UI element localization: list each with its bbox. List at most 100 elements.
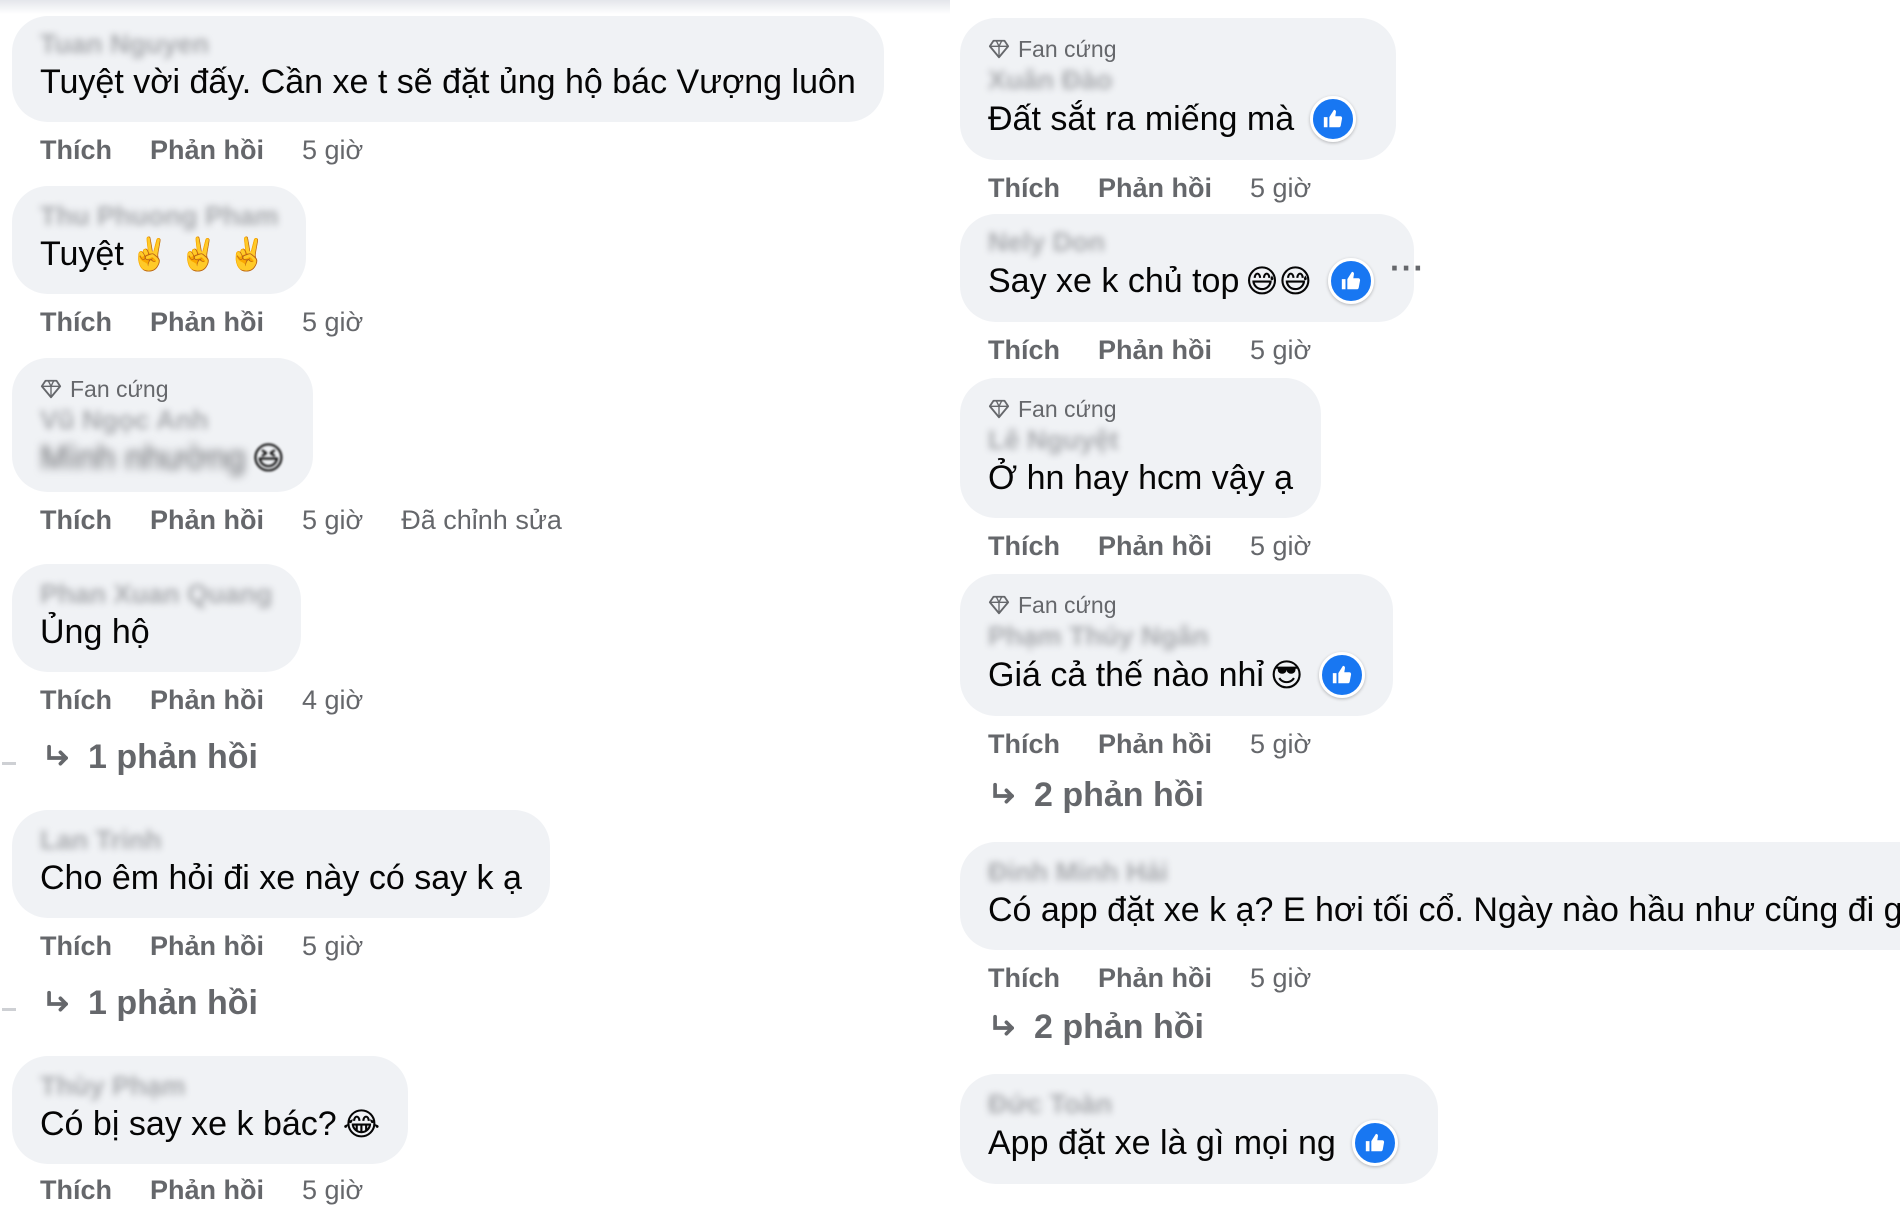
comment-bubble: Fan cứng Xuân Đào Đất sắt ra miếng mà <box>960 18 1397 160</box>
fan-badge: Fan cứng <box>988 590 1365 620</box>
view-replies-link[interactable]: 1 phản hồi <box>42 738 258 777</box>
comment-author[interactable]: Nely Don <box>988 226 1374 258</box>
comment-text: Tuyệt vời đấy. Cần xe t sẽ đặt ủng hộ bá… <box>40 63 856 101</box>
reply-link[interactable]: Phản hồi <box>1098 528 1212 564</box>
comment-text: App đặt xe là gì mọi ng <box>988 1120 1398 1166</box>
comment-author[interactable]: Thu Phuong Pham <box>40 200 278 232</box>
comment-time[interactable]: 5 giờ <box>302 502 363 538</box>
sunglasses-emoji: 😎 <box>1269 657 1304 693</box>
comment-actions: Thích Phản hồi 5 giờ <box>40 304 363 340</box>
like-reaction-icon[interactable] <box>1351 1120 1398 1166</box>
comment-time[interactable]: 5 giờ <box>302 928 363 964</box>
reply-link[interactable]: Phản hồi <box>150 132 264 168</box>
comment-time[interactable]: 5 giờ <box>1250 726 1311 762</box>
comment-author[interactable]: Phạm Thúy Ngân <box>988 620 1365 652</box>
like-reaction-icon[interactable] <box>1310 96 1357 142</box>
diamond-icon <box>988 39 1010 59</box>
like-link[interactable]: Thích <box>988 170 1060 206</box>
comment-bubble: Fan cứng Lê Nguyệt Ở hn hay hcm vậy ạ <box>960 378 1322 518</box>
comment-time[interactable]: 5 giờ <box>1250 960 1311 996</box>
comment-actions: Thích Phản hồi 5 giờ <box>40 1172 408 1208</box>
comment: Đức Toàn App đặt xe là gì mọi ng <box>960 1074 1438 1184</box>
more-options-icon[interactable]: ··· <box>1390 250 1425 287</box>
diamond-icon <box>988 399 1010 419</box>
comment-author[interactable]: Đức Toàn <box>988 1088 1398 1120</box>
comment-time[interactable]: 5 giờ <box>1250 332 1311 368</box>
comment-time[interactable]: 4 giờ <box>302 682 363 718</box>
comment-bubble: Fan cứng Phạm Thúy Ngân Giá cả thế nào n… <box>960 574 1394 716</box>
like-link[interactable]: Thích <box>40 682 112 718</box>
comment-actions: Thích Phản hồi 5 giờ <box>988 170 1396 206</box>
comment-author[interactable]: Thùy Phạm <box>40 1070 380 1102</box>
like-link[interactable]: Thích <box>40 1172 112 1208</box>
reply-link[interactable]: Phản hồi <box>1098 726 1212 762</box>
edited-label[interactable]: Đã chỉnh sửa <box>401 502 562 538</box>
comment-bubble: Tuan Nguyen Tuyệt vời đấy. Cần xe t sẽ đ… <box>12 16 884 122</box>
comment: Fan cứng Phạm Thúy Ngân Giá cả thế nào n… <box>960 574 1394 762</box>
diamond-icon <box>988 595 1010 615</box>
comment-time[interactable]: 5 giờ <box>1250 170 1311 206</box>
comment-time[interactable]: 5 giờ <box>1250 528 1311 564</box>
victory-hand-emoji: ✌️ ✌️ ✌️ <box>129 236 268 272</box>
comment-bubble: Thùy Phạm Có bị say xe k bác? 😂 <box>12 1056 409 1164</box>
comment-author[interactable]: Lan Trinh <box>40 824 522 856</box>
diamond-icon <box>40 379 62 399</box>
comment-time[interactable]: 5 giờ <box>302 1172 363 1208</box>
comment-text: Say xe k chủ top 😅😅 <box>988 258 1375 304</box>
comment-actions: Thích Phản hồi 5 giờ <box>40 132 884 168</box>
like-link[interactable]: Thích <box>40 502 112 538</box>
comment: Fan cứng Lê Nguyệt Ở hn hay hcm vậy ạ Th… <box>960 378 1322 564</box>
comment-time[interactable]: 5 giờ <box>302 304 363 340</box>
like-link[interactable]: Thích <box>40 928 112 964</box>
like-link[interactable]: Thích <box>40 132 112 168</box>
reply-arrow-icon <box>993 1014 1014 1036</box>
comment: Fan cứng Xuân Đào Đất sắt ra miếng mà Th… <box>960 18 1397 206</box>
view-replies-link[interactable]: 2 phản hồi <box>988 1008 1204 1047</box>
view-replies-link[interactable]: 2 phản hồi <box>988 776 1204 815</box>
comment: Phan Xuan Quang Ủng hộ Thích Phản hồi 4 … <box>12 564 363 718</box>
grinning-squint-emoji: 😆 <box>251 440 286 476</box>
sweat-smile-emoji: 😅😅 <box>1245 263 1313 299</box>
comment-text: Ở hn hay hcm vậy ạ <box>988 459 1294 497</box>
comment-author[interactable]: Phan Xuan Quang <box>40 578 273 610</box>
comment-author[interactable]: Lê Nguyệt <box>988 424 1293 456</box>
comment-text: Ủng hộ <box>40 613 150 651</box>
comment-actions: Thích Phản hồi 5 giờ <box>988 726 1393 762</box>
reply-link[interactable]: Phản hồi <box>1098 170 1212 206</box>
like-link[interactable]: Thích <box>988 726 1060 762</box>
thread-line <box>2 1008 16 1011</box>
comment-author[interactable]: Đinh Minh Hải <box>988 856 1900 888</box>
comment: Lan Trinh Cho êm hỏi đi xe này có say k … <box>12 810 550 964</box>
comment-bubble: Phan Xuan Quang Ủng hộ <box>12 564 301 672</box>
reply-link[interactable]: Phản hồi <box>150 928 264 964</box>
comment-text: Có app đặt xe k ạ? E hơi tối cổ. Ngày nà… <box>988 891 1900 929</box>
reply-link[interactable]: Phản hồi <box>150 304 264 340</box>
comment-actions: Thích Phản hồi 5 giờ Đã chỉnh sửa <box>40 502 562 538</box>
like-link[interactable]: Thích <box>988 528 1060 564</box>
comment-author[interactable]: Tuan Nguyen <box>40 28 856 60</box>
reply-link[interactable]: Phản hồi <box>150 682 264 718</box>
like-link[interactable]: Thích <box>40 304 112 340</box>
comment-actions: Thích Phản hồi 5 giờ <box>988 960 1900 996</box>
thread-line <box>2 762 16 765</box>
comment-author[interactable]: Xuân Đào <box>988 64 1356 96</box>
comment-author[interactable]: Vũ Ngọc Anh <box>40 404 285 436</box>
like-reaction-icon[interactable] <box>1319 652 1366 698</box>
reply-link[interactable]: Phản hồi <box>150 502 264 538</box>
reply-link[interactable]: Phản hồi <box>150 1172 264 1208</box>
like-link[interactable]: Thích <box>988 960 1060 996</box>
like-link[interactable]: Thích <box>988 332 1060 368</box>
reply-link[interactable]: Phản hồi <box>1098 960 1212 996</box>
comment-actions: Thích Phản hồi 4 giờ <box>40 682 363 718</box>
reply-link[interactable]: Phản hồi <box>1098 332 1212 368</box>
comment-bubble: Đức Toàn App đặt xe là gì mọi ng <box>960 1074 1438 1184</box>
comment-actions: Thích Phản hồi 5 giờ <box>988 528 1321 564</box>
comment-bubble: Fan cứng Vũ Ngọc Anh Mình nhường 😆 <box>12 358 314 492</box>
comment: Nely Don Say xe k chủ top 😅😅 Thích Phản … <box>960 214 1415 368</box>
tears-of-joy-emoji: 😂 <box>342 1106 381 1142</box>
comment-actions: Thích Phản hồi 5 giờ <box>40 928 550 964</box>
comment-time[interactable]: 5 giờ <box>302 132 363 168</box>
like-reaction-icon[interactable] <box>1328 258 1375 304</box>
fan-badge: Fan cứng <box>40 374 285 404</box>
view-replies-link[interactable]: 1 phản hồi <box>42 984 258 1023</box>
